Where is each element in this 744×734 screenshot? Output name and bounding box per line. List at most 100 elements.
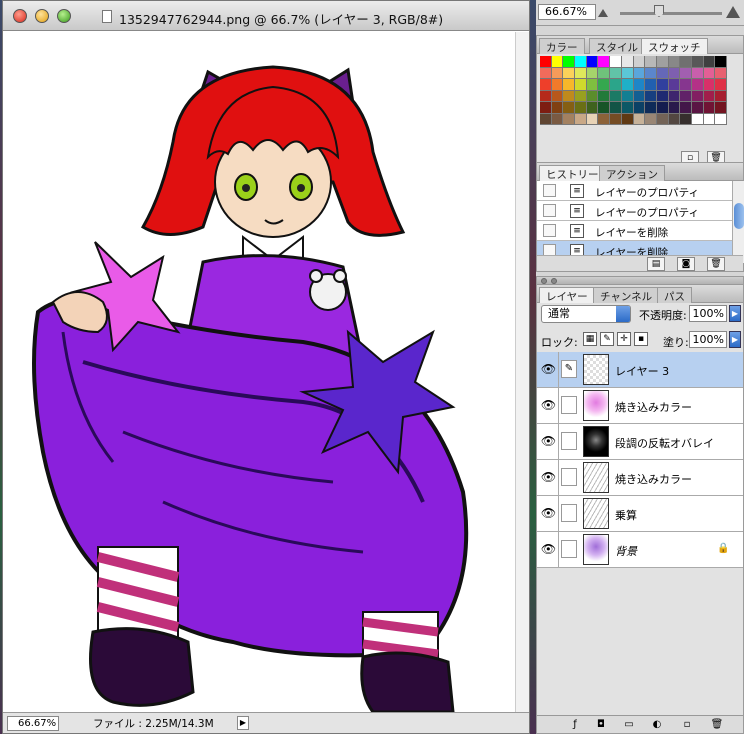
- swatch[interactable]: [668, 113, 681, 125]
- history-scrollbar[interactable]: [732, 181, 744, 263]
- swatch[interactable]: [691, 79, 704, 91]
- swatch[interactable]: [610, 113, 622, 125]
- swatch[interactable]: [715, 113, 727, 125]
- swatch[interactable]: [633, 67, 646, 79]
- swatch[interactable]: [621, 90, 634, 102]
- swatch[interactable]: [621, 102, 634, 114]
- swatch[interactable]: [586, 79, 599, 91]
- swatch[interactable]: [691, 113, 704, 125]
- swatch[interactable]: [633, 102, 646, 114]
- layer-row[interactable]: 👁 段調の反転オバレイ: [537, 424, 743, 460]
- canvas-vertical-scrollbar[interactable]: [515, 32, 529, 712]
- swatch[interactable]: [703, 102, 716, 114]
- swatch[interactable]: [563, 90, 576, 102]
- swatch[interactable]: [586, 113, 599, 125]
- lock-all-icon[interactable]: ▪: [634, 332, 648, 346]
- swatch[interactable]: [645, 79, 657, 91]
- layer-row[interactable]: 👁 焼き込みカラー: [537, 460, 743, 496]
- layer-link-box[interactable]: [561, 432, 577, 450]
- swatch[interactable]: [633, 113, 646, 125]
- swatch[interactable]: [645, 67, 657, 79]
- history-item[interactable]: ≡ レイヤーのプロパティ: [537, 201, 733, 221]
- trash-icon[interactable]: 🗑: [709, 718, 725, 732]
- layers-palette-grip[interactable]: [537, 277, 743, 285]
- visibility-eye-icon[interactable]: 👁: [539, 532, 559, 567]
- swatch[interactable]: [645, 90, 657, 102]
- visibility-eye-icon[interactable]: 👁: [539, 424, 559, 459]
- visibility-eye-icon[interactable]: 👁: [539, 496, 559, 531]
- document-proxy-icon[interactable]: [102, 10, 112, 23]
- swatch[interactable]: [551, 67, 564, 79]
- history-state-checkbox[interactable]: [543, 184, 556, 197]
- swatch[interactable]: [656, 102, 669, 114]
- swatch[interactable]: [610, 67, 622, 79]
- zoom-button[interactable]: [57, 9, 71, 23]
- chevron-down-icon[interactable]: [616, 306, 630, 322]
- swatch[interactable]: [575, 102, 587, 114]
- swatch-grid[interactable]: [540, 56, 727, 125]
- layer-mask-icon[interactable]: ◘: [593, 718, 609, 732]
- swatch[interactable]: [715, 90, 727, 102]
- close-button[interactable]: [13, 9, 27, 23]
- swatch[interactable]: [645, 102, 657, 114]
- swatch[interactable]: [598, 67, 611, 79]
- tab-channels[interactable]: チャンネル: [593, 287, 660, 303]
- tab-layers[interactable]: レイヤー: [539, 287, 595, 303]
- document-titlebar[interactable]: 1352947762944.png @ 66.7% (レイヤー 3, RGB/8…: [3, 1, 529, 31]
- swatch[interactable]: [668, 79, 681, 91]
- palette-collapse-icon[interactable]: [551, 278, 557, 284]
- swatch[interactable]: [563, 79, 576, 91]
- swatch[interactable]: [656, 113, 669, 125]
- swatch[interactable]: [656, 90, 669, 102]
- layer-link-box[interactable]: [561, 396, 577, 414]
- swatch[interactable]: [540, 102, 552, 114]
- swatch[interactable]: [633, 90, 646, 102]
- swatch[interactable]: [551, 113, 564, 125]
- swatch[interactable]: [668, 56, 681, 68]
- swatch[interactable]: [715, 67, 727, 79]
- swatch[interactable]: [691, 56, 704, 68]
- swatch[interactable]: [551, 102, 564, 114]
- fill-field[interactable]: 100%: [689, 331, 727, 348]
- swatch[interactable]: [691, 67, 704, 79]
- swatch[interactable]: [563, 102, 576, 114]
- swatch[interactable]: [668, 102, 681, 114]
- layer-style-icon[interactable]: ƒ: [567, 718, 583, 732]
- swatch[interactable]: [610, 56, 622, 68]
- swatch[interactable]: [540, 113, 552, 125]
- swatch[interactable]: [575, 67, 587, 79]
- adjustment-layer-icon[interactable]: ◐: [649, 718, 665, 732]
- swatch[interactable]: [598, 90, 611, 102]
- layer-link-box[interactable]: [561, 468, 577, 486]
- opacity-slider-arrow-icon[interactable]: ▶: [729, 305, 741, 322]
- swatch[interactable]: [610, 90, 622, 102]
- swatch[interactable]: [703, 79, 716, 91]
- history-item[interactable]: ≡ レイヤーを削除: [537, 221, 733, 241]
- swatch[interactable]: [680, 102, 692, 114]
- trash-icon[interactable]: 🗑: [707, 257, 725, 271]
- swatch[interactable]: [633, 56, 646, 68]
- swatch[interactable]: [563, 56, 576, 68]
- swatch[interactable]: [540, 56, 552, 68]
- swatch[interactable]: [621, 113, 634, 125]
- new-layer-icon[interactable]: ▫: [679, 718, 695, 732]
- tab-history[interactable]: ヒストリー: [539, 165, 606, 181]
- swatch[interactable]: [621, 56, 634, 68]
- swatch[interactable]: [563, 67, 576, 79]
- swatch[interactable]: [598, 79, 611, 91]
- status-menu-arrow-icon[interactable]: ▶: [237, 716, 249, 730]
- tab-swatches[interactable]: スウォッチ: [641, 38, 708, 54]
- swatch[interactable]: [715, 56, 727, 68]
- layer-row[interactable]: 👁 焼き込みカラー: [537, 388, 743, 424]
- swatch[interactable]: [680, 90, 692, 102]
- swatch[interactable]: [645, 113, 657, 125]
- swatch[interactable]: [563, 113, 576, 125]
- swatch[interactable]: [703, 67, 716, 79]
- fill-slider-arrow-icon[interactable]: ▶: [729, 331, 741, 348]
- tab-color[interactable]: カラー: [539, 38, 585, 54]
- swatch[interactable]: [575, 90, 587, 102]
- swatch[interactable]: [551, 56, 564, 68]
- swatch[interactable]: [575, 113, 587, 125]
- swatch[interactable]: [668, 90, 681, 102]
- lock-transparency-icon[interactable]: ▦: [583, 332, 597, 346]
